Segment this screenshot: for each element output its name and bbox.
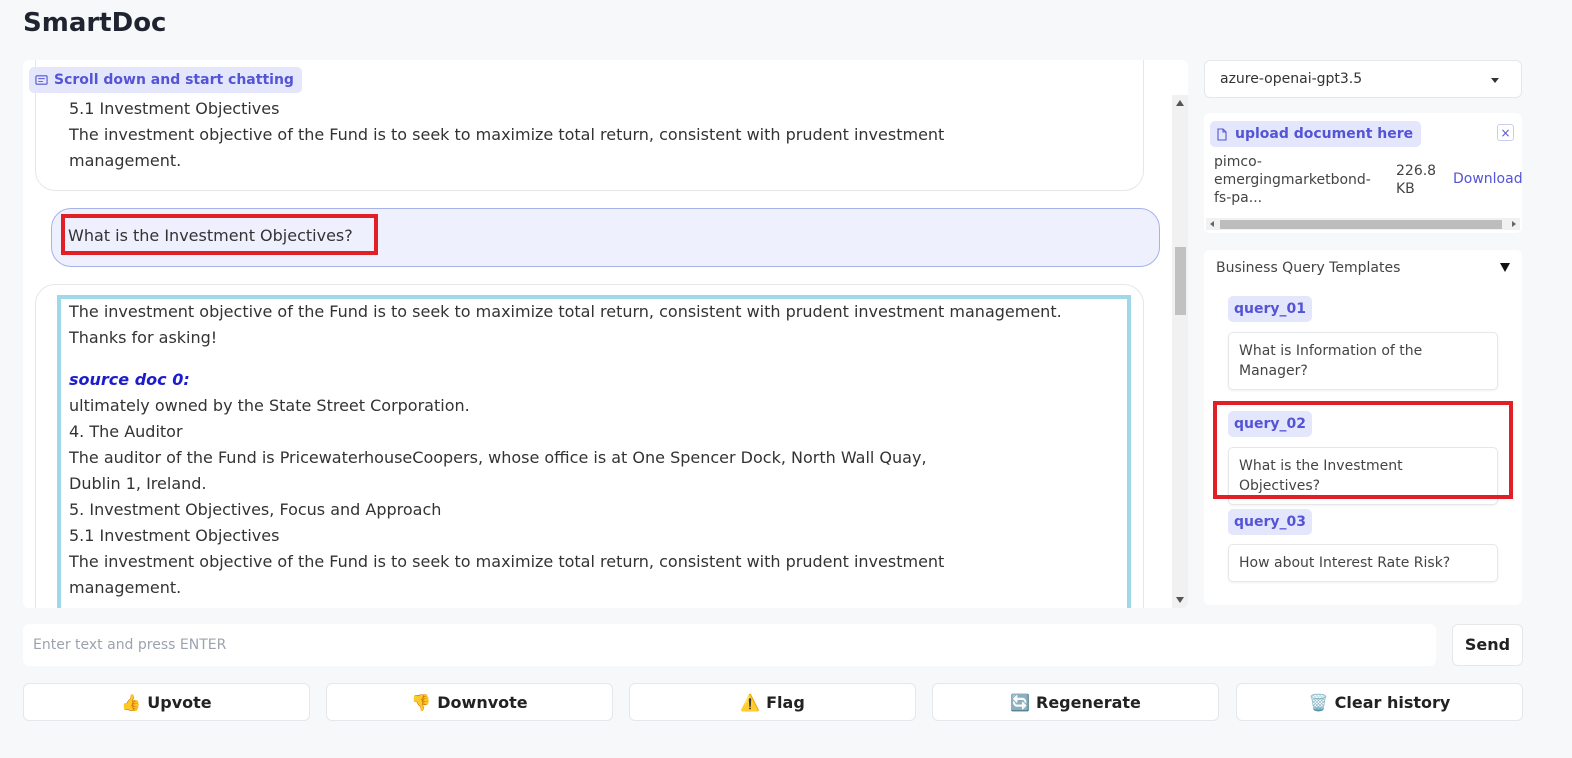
query-templates-panel: Business Query Templates query_01 What i… [1204, 250, 1522, 605]
query-label: query_01 [1228, 296, 1312, 322]
source-line: The investment objective of the Fund is … [69, 552, 945, 571]
scroll-left-arrow-icon[interactable] [1210, 221, 1214, 227]
downvote-label: Downvote [437, 692, 528, 712]
send-button[interactable]: Send [1452, 624, 1523, 666]
user-message-text: What is the Investment Objectives? [68, 226, 353, 245]
file-size: 226.8 KB [1396, 163, 1437, 197]
source-line: 5.1 Investment Objectives [69, 526, 280, 545]
upload-label-text: upload document here [1235, 126, 1414, 142]
trash-icon: 🗑️ [1308, 692, 1329, 712]
message-line: The investment objective of the Fund is … [69, 125, 945, 144]
warning-icon: ⚠️ [740, 692, 761, 712]
file-icon [1217, 127, 1227, 141]
chat-scrollbar[interactable] [1172, 95, 1188, 608]
bot-message-answer: The investment objective of the Fund is … [35, 284, 1144, 608]
upvote-label: Upvote [147, 692, 212, 712]
message-line: 5.1 Investment Objectives [69, 99, 280, 118]
file-name: pimco-emergingmarketbond-fs-pa... [1214, 154, 1371, 206]
source-line: 4. The Auditor [69, 422, 183, 441]
source-line: Dublin 1, Ireland. [69, 474, 207, 493]
downvote-button[interactable]: 👎 Downvote [326, 683, 613, 721]
scrollbar-thumb[interactable] [1220, 220, 1502, 229]
scroll-up-arrow-icon[interactable] [1176, 100, 1184, 106]
regenerate-button[interactable]: 🔄 Regenerate [932, 683, 1219, 721]
bot-message-answer-content: The investment objective of the Fund is … [69, 299, 1124, 601]
flag-label: Flag [766, 692, 805, 712]
thumbs-down-icon: 👎 [411, 692, 432, 712]
chevron-down-icon [1491, 78, 1499, 83]
source-line: ultimately owned by the State Street Cor… [69, 396, 470, 415]
clear-history-button[interactable]: 🗑️ Clear history [1236, 683, 1523, 721]
model-dropdown[interactable]: azure-openai-gpt3.5 [1204, 60, 1522, 98]
query-label: query_02 [1228, 411, 1312, 437]
scroll-down-arrow-icon[interactable] [1176, 597, 1184, 603]
thumbs-up-icon: 👍 [121, 692, 142, 712]
regenerate-label: Regenerate [1036, 692, 1141, 712]
file-list-scrollbar[interactable] [1206, 218, 1520, 230]
query-templates-title[interactable]: Business Query Templates [1216, 260, 1400, 276]
upvote-button[interactable]: 👍 Upvote [23, 683, 310, 721]
chatbot-label-text: Scroll down and start chatting [54, 72, 294, 88]
close-icon[interactable]: × [1497, 124, 1514, 141]
query-template-button[interactable]: What is Information of the Manager? [1228, 332, 1498, 390]
source-doc-heading: source doc 0: [69, 370, 190, 389]
source-line: 5. Investment Objectives, Focus and Appr… [69, 500, 442, 519]
query-label: query_03 [1228, 509, 1312, 535]
model-dropdown-value: azure-openai-gpt3.5 [1220, 71, 1363, 87]
message-line: management. [69, 151, 182, 170]
query-template-button[interactable]: What is the Investment Objectives? [1228, 447, 1498, 505]
upload-panel: upload document here × pimco-emergingmar… [1204, 113, 1522, 233]
chatbot-panel[interactable]: Scroll down and start chatting 5.1 Inves… [23, 60, 1188, 608]
app-title: SmartDoc [23, 8, 167, 38]
chatbot-label: Scroll down and start chatting [29, 67, 302, 93]
bot-message-previous-content: 5.1 Investment Objectives The investment… [69, 96, 969, 174]
scroll-right-arrow-icon[interactable] [1512, 221, 1516, 227]
user-message: What is the Investment Objectives? [51, 208, 1160, 267]
upload-label: upload document here [1210, 121, 1422, 147]
chat-icon [35, 74, 48, 85]
clear-history-label: Clear history [1334, 692, 1451, 712]
flag-button[interactable]: ⚠️ Flag [629, 683, 916, 721]
scrollbar-thumb[interactable] [1175, 247, 1186, 315]
source-line: The auditor of the Fund is Pricewaterhou… [69, 448, 927, 467]
collapse-triangle-icon[interactable] [1500, 263, 1510, 272]
download-link[interactable]: Download [1453, 171, 1522, 187]
refresh-icon: 🔄 [1010, 692, 1030, 712]
source-line: management. [69, 578, 182, 597]
bot-answer-text: The investment objective of the Fund is … [69, 302, 1062, 347]
query-template-button[interactable]: How about Interest Rate Risk? [1228, 544, 1498, 582]
chat-input[interactable] [23, 624, 1436, 666]
